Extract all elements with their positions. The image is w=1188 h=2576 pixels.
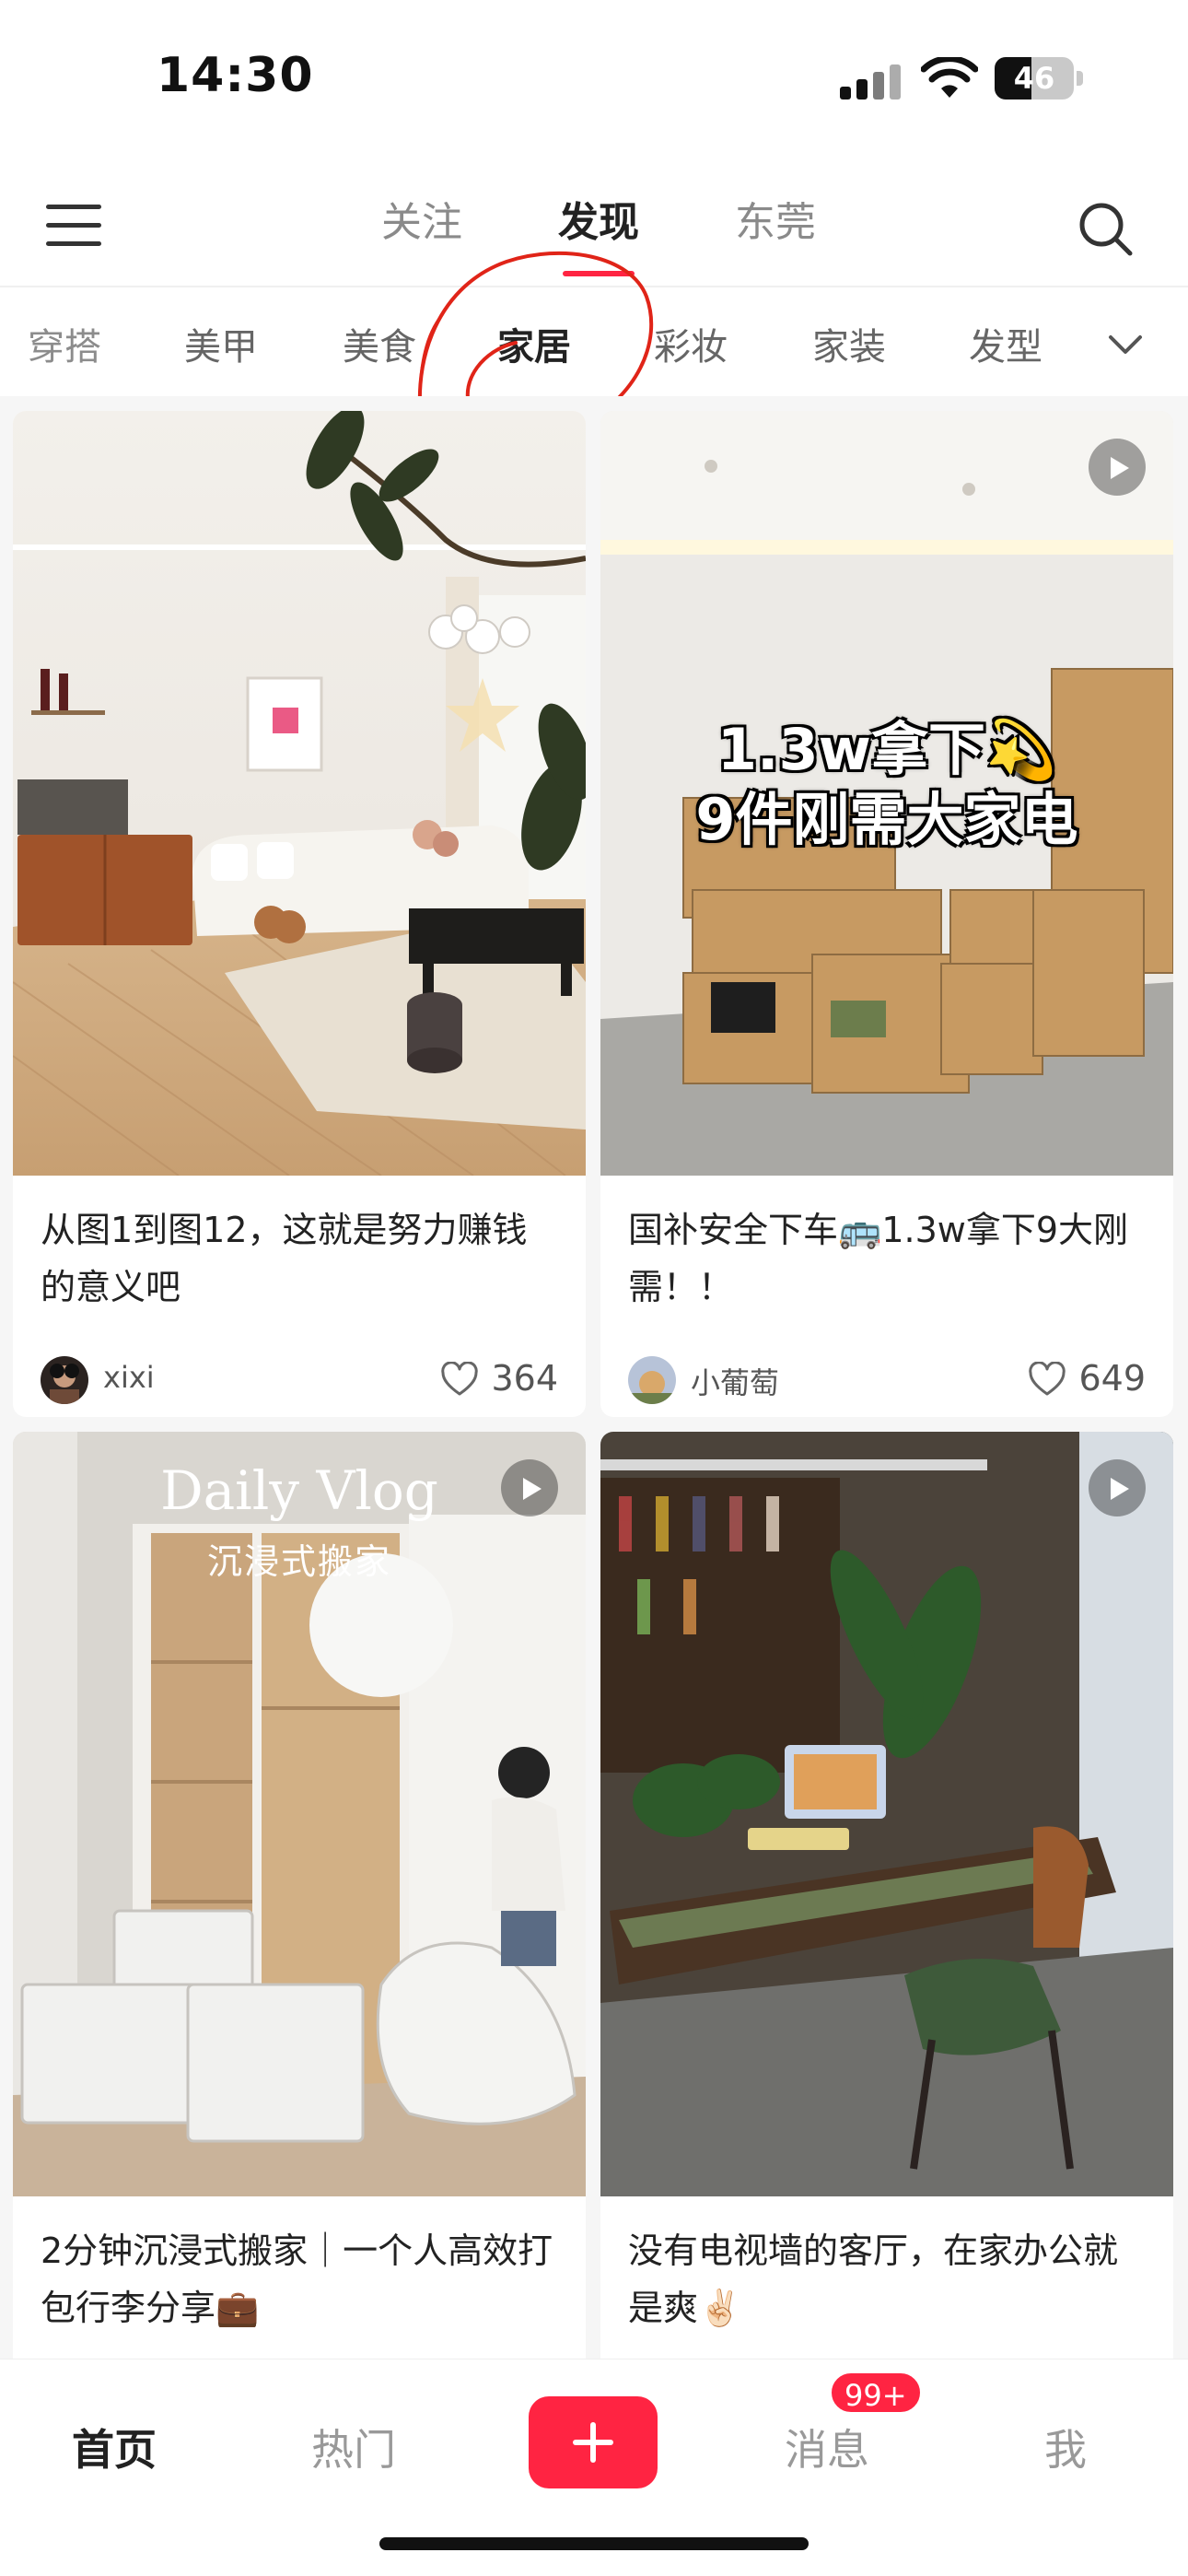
card-cover-image[interactable] [13,411,586,1176]
home-indicator [379,2537,809,2550]
active-tab-underline [563,271,635,276]
category-makeup[interactable]: 彩妆 [654,317,728,370]
category-bar: 穿搭 美甲 美食 家居 彩妆 家装 发型 [0,295,1188,396]
chevron-down-icon[interactable] [1105,332,1146,359]
like-group[interactable]: 649 [998,1356,1146,1402]
tab-messages[interactable]: 消息 [785,2417,869,2477]
feed-card[interactable]: 从图1到图12，这就是努力赚钱的意义吧 xixi 364 [13,411,586,1417]
feed-card[interactable]: Daily Vlog 沉浸式搬家 2分钟沉浸式搬家｜一个人高效打包行李分享💼 [13,1432,586,2445]
tab-following[interactable]: 关注 [368,193,475,267]
card-title[interactable]: 国补安全下车🚌1.3w拿下9大刚需！！ [628,1201,1148,1316]
avatar[interactable] [41,1356,88,1404]
cellular-signal-icon [840,64,901,100]
menu-icon[interactable] [46,203,103,249]
play-icon [501,1459,558,1516]
card-cover-image[interactable]: Daily Vlog 沉浸式搬家 [13,1432,586,2196]
tab-me[interactable]: 我 [1044,2417,1087,2477]
category-nails[interactable]: 美甲 [184,317,258,370]
like-count: 364 [491,1358,558,1399]
status-time: 14:30 [157,48,314,103]
author-name[interactable]: xixi [103,1360,155,1395]
card-cover-image[interactable] [600,1432,1173,2196]
card-title[interactable]: 从图1到图12，这就是努力赚钱的意义吧 [41,1201,561,1316]
like-count: 649 [1078,1358,1146,1399]
feed: 从图1到图12，这就是努力赚钱的意义吧 xixi 364 1.3w拿下💫 9件刚… [0,396,1188,2445]
tab-local-city[interactable]: 东莞 [722,193,829,267]
heart-icon[interactable] [1028,1362,1066,1397]
card-title[interactable]: 没有电视墙的客厅，在家办公就是爽✌🏻 [628,2222,1148,2336]
category-food[interactable]: 美食 [343,317,416,370]
category-renovation[interactable]: 家装 [812,317,886,370]
feed-card[interactable]: 没有电视墙的客厅，在家办公就是爽✌🏻 [600,1432,1173,2445]
heart-icon[interactable] [440,1362,479,1397]
card-author[interactable]: 小葡萄 [628,1352,904,1406]
cover-caption: 1.3w拿下💫 9件刚需大家电 [695,716,1078,853]
cover-subcaption: 沉浸式搬家 [206,1541,391,1582]
play-icon [1089,439,1146,496]
card-title[interactable]: 2分钟沉浸式搬家｜一个人高效打包行李分享💼 [41,2222,561,2336]
tab-discover[interactable]: 发现 [545,193,652,276]
like-group[interactable]: 364 [411,1356,558,1402]
top-nav: 关注 发现 东莞 [0,175,1188,286]
search-icon[interactable] [1076,199,1135,258]
category-hairstyle[interactable]: 发型 [969,317,1042,370]
nav-divider [0,286,1188,287]
status-bar: 14:30 46 [0,0,1188,157]
battery-level: 46 [1013,61,1055,96]
nav-tabs: 关注 发现 东莞 [368,193,829,276]
wifi-icon [921,57,978,98]
battery-icon: 46 [995,57,1083,100]
message-count-badge: 99+ [829,2371,923,2415]
tab-home[interactable]: 首页 [72,2417,157,2477]
play-icon [1089,1459,1146,1516]
category-outfit[interactable]: 穿搭 [28,317,101,370]
card-cover-image[interactable]: 1.3w拿下💫 9件刚需大家电 [600,411,1173,1176]
category-home[interactable]: 家居 [497,317,571,370]
cover-caption: Daily Vlog [160,1459,438,1522]
avatar[interactable] [628,1356,676,1404]
card-author[interactable]: xixi [41,1352,317,1406]
create-post-button[interactable] [529,2396,658,2488]
feed-card[interactable]: 1.3w拿下💫 9件刚需大家电 国补安全下车🚌1.3w拿下9大刚需！！ 小葡萄 6… [600,411,1173,1417]
tab-trending[interactable]: 热门 [311,2417,396,2477]
author-name[interactable]: 小葡萄 [691,1360,779,1402]
